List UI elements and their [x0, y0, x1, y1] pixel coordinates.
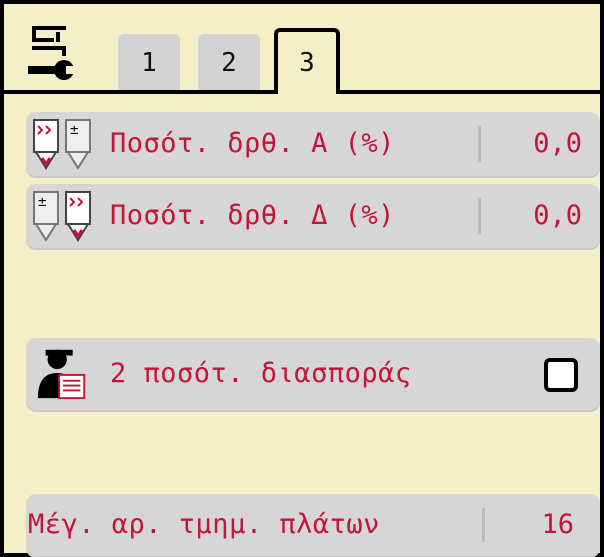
- svg-text:±: ±: [38, 194, 46, 210]
- tab-underline: [4, 90, 274, 94]
- max-sections-label: Μέγ. αρ. τμημ. πλάτων: [28, 509, 380, 540]
- row-separator: [482, 508, 485, 542]
- two-quantity-spread-row[interactable]: 2 ποσότ. διασποράς: [26, 338, 600, 410]
- quantity-a-value[interactable]: 0,0: [533, 112, 582, 176]
- tab-2[interactable]: 2: [198, 34, 260, 92]
- row-separator: [478, 126, 481, 162]
- quantity-d-value[interactable]: 0,0: [533, 184, 582, 248]
- quantity-d-label: Ποσότ. δρθ. Δ (%): [110, 200, 395, 231]
- quantity-adjust-left-icon: ±: [33, 119, 91, 170]
- tab-underline: [340, 90, 600, 94]
- two-quantity-spread-label: 2 ποσότ. διασποράς: [110, 358, 412, 389]
- tab-bar: 1 2 3: [4, 4, 600, 94]
- tab-1[interactable]: 1: [118, 34, 180, 92]
- svg-text:±: ±: [70, 122, 78, 138]
- quantity-a-row[interactable]: ± Ποσότ. δρθ. Α (%) 0,0: [26, 112, 600, 176]
- max-sections-row[interactable]: Μέγ. αρ. τμημ. πλάτων 16: [26, 494, 600, 556]
- quantity-d-row[interactable]: ± Ποσότ. δρθ. Δ (%) 0,0: [26, 184, 600, 248]
- max-sections-value[interactable]: 16: [541, 494, 574, 556]
- tab-3[interactable]: 3: [274, 28, 340, 94]
- row-separator: [478, 198, 481, 234]
- quantity-adjust-right-icon: ±: [33, 191, 91, 242]
- screen-frame: 1 2 3 ± Ποσότ. δρθ. Α (%) 0,0 ± Ποσότ. δ…: [0, 0, 604, 557]
- operator-icon: [37, 349, 86, 400]
- quantity-a-label: Ποσότ. δρθ. Α (%): [110, 128, 395, 159]
- settings-wrench-icon[interactable]: [26, 22, 78, 86]
- two-quantity-spread-checkbox[interactable]: [544, 358, 578, 392]
